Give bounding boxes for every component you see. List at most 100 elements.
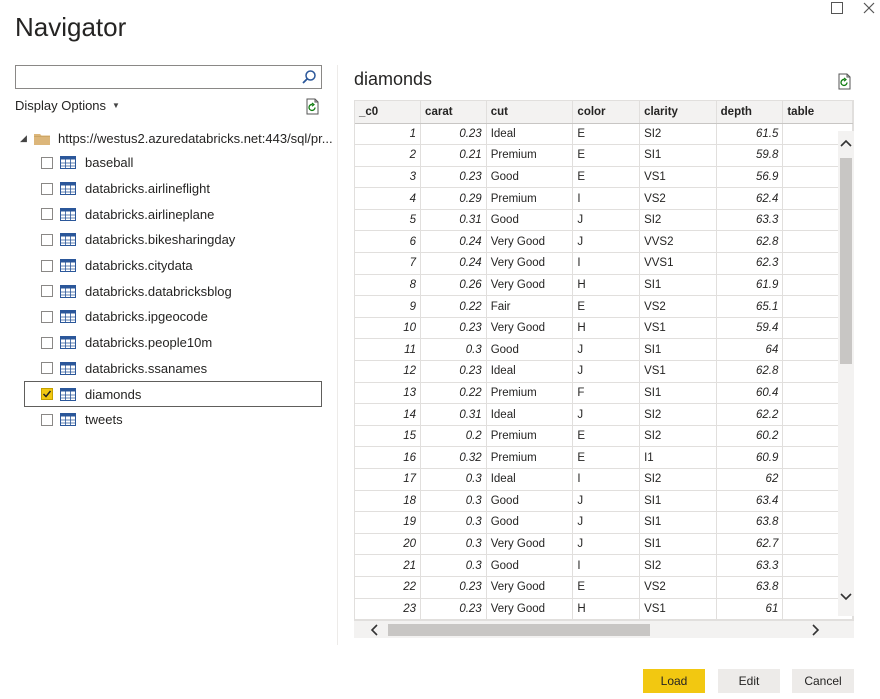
table-cell: 21 [355, 555, 421, 577]
scroll-down-icon[interactable] [838, 589, 854, 605]
table-cell: E [573, 296, 640, 318]
table-cell: SI1 [640, 145, 717, 167]
table-cell: 62.7 [716, 533, 783, 555]
column-header[interactable]: clarity [640, 101, 717, 123]
table-cell: 0.24 [421, 253, 487, 275]
column-header[interactable]: table [783, 101, 853, 123]
checkbox[interactable] [41, 414, 53, 426]
column-header[interactable]: _c0 [355, 101, 421, 123]
tree-root-source[interactable]: ◢ https://westus2.azuredatabricks.net:44… [20, 129, 333, 147]
table-icon [60, 259, 76, 272]
checkbox[interactable] [41, 208, 53, 220]
table-cell: 62.2 [716, 404, 783, 426]
tree-item[interactable]: databricks.people10m [24, 330, 322, 356]
column-header[interactable]: depth [716, 101, 783, 123]
tree-item[interactable]: databricks.ssanames [24, 356, 322, 382]
collapse-arrow-icon[interactable]: ◢ [20, 133, 34, 144]
checkbox[interactable] [41, 337, 53, 349]
table-cell: SI2 [640, 555, 717, 577]
refresh-icon[interactable] [304, 98, 321, 115]
table-cell: E [573, 425, 640, 447]
checkbox[interactable] [41, 157, 53, 169]
table-icon [60, 336, 76, 349]
tree-item[interactable]: diamonds [24, 381, 322, 407]
table-cell: H [573, 274, 640, 296]
table-cell: 0.3 [421, 533, 487, 555]
vertical-scroll-thumb[interactable] [840, 158, 852, 364]
scroll-left-icon[interactable] [366, 622, 382, 638]
tree-item[interactable]: databricks.citydata [24, 253, 322, 279]
tree-item[interactable]: tweets [24, 407, 322, 433]
table-cell: 20 [355, 533, 421, 555]
horizontal-scroll-thumb[interactable] [388, 624, 650, 636]
edit-button[interactable]: Edit [718, 669, 780, 693]
cancel-button[interactable]: Cancel [792, 669, 854, 693]
checkbox[interactable] [41, 234, 53, 246]
chevron-down-icon: ▼ [112, 101, 120, 110]
table-cell: Premium [486, 425, 573, 447]
table-cell: Good [486, 490, 573, 512]
table-cell: VVS1 [640, 253, 717, 275]
tree-item[interactable]: databricks.bikesharingday [24, 227, 322, 253]
table-cell: E [573, 123, 640, 145]
table-cell: 2 [355, 145, 421, 167]
table-row: 160.32PremiumEI160.9 [355, 447, 853, 469]
checkbox[interactable] [41, 388, 53, 400]
table-cell: 23 [355, 598, 421, 620]
table-cell: J [573, 404, 640, 426]
table-row: 220.23Very GoodEVS263.8 [355, 576, 853, 598]
table-cell: 61.5 [716, 123, 783, 145]
scroll-up-icon[interactable] [838, 135, 854, 151]
table-cell: 60.2 [716, 425, 783, 447]
maximize-button[interactable] [826, 0, 848, 16]
table-cell: SI2 [640, 425, 717, 447]
table-cell: 0.3 [421, 469, 487, 491]
table-cell: VS2 [640, 188, 717, 210]
tree-item[interactable]: databricks.ipgeocode [24, 304, 322, 330]
search-input[interactable] [16, 66, 296, 88]
table-cell: 8 [355, 274, 421, 296]
table-cell: Good [486, 209, 573, 231]
search-icon[interactable] [301, 69, 317, 85]
table-cell: Very Good [486, 598, 573, 620]
table-cell: 15 [355, 425, 421, 447]
table-cell: 22 [355, 576, 421, 598]
column-header[interactable]: carat [421, 101, 487, 123]
column-header[interactable]: cut [486, 101, 573, 123]
table-cell: 0.29 [421, 188, 487, 210]
table-cell: SI2 [640, 469, 717, 491]
table-cell: 62 [716, 469, 783, 491]
checkbox[interactable] [41, 311, 53, 323]
checkbox[interactable] [41, 260, 53, 272]
table-icon [60, 413, 76, 426]
table-cell: SI1 [640, 339, 717, 361]
tree-item[interactable]: baseball [24, 150, 322, 176]
table-icon [60, 388, 76, 401]
close-button[interactable] [858, 0, 880, 16]
column-header[interactable]: color [573, 101, 640, 123]
table-cell: E [573, 166, 640, 188]
scroll-right-icon[interactable] [808, 622, 824, 638]
search-box[interactable] [15, 65, 322, 89]
page-title: Navigator [15, 12, 126, 43]
table-cell: J [573, 339, 640, 361]
tree-item[interactable]: databricks.airlineflight [24, 176, 322, 202]
refresh-preview-icon[interactable] [836, 73, 853, 90]
vertical-scrollbar[interactable] [838, 131, 854, 616]
checkbox[interactable] [41, 183, 53, 195]
table-cell: 62.8 [716, 361, 783, 383]
display-options-dropdown[interactable]: Display Options ▼ [15, 98, 120, 113]
horizontal-scrollbar[interactable] [354, 620, 854, 638]
table-cell: 63.8 [716, 576, 783, 598]
load-button[interactable]: Load [643, 669, 705, 693]
tree-item-label: baseball [85, 155, 133, 170]
table-row: 70.24Very GoodIVVS162.3 [355, 253, 853, 275]
tree-item-label: databricks.airlineflight [85, 181, 210, 196]
checkbox[interactable] [41, 362, 53, 374]
table-row: 200.3Very GoodJSI162.7 [355, 533, 853, 555]
checkbox[interactable] [41, 285, 53, 297]
table-cell: Ideal [486, 123, 573, 145]
tree-item[interactable]: databricks.databricksblog [24, 278, 322, 304]
tree-item[interactable]: databricks.airlineplane [24, 201, 322, 227]
table-cell: 12 [355, 361, 421, 383]
